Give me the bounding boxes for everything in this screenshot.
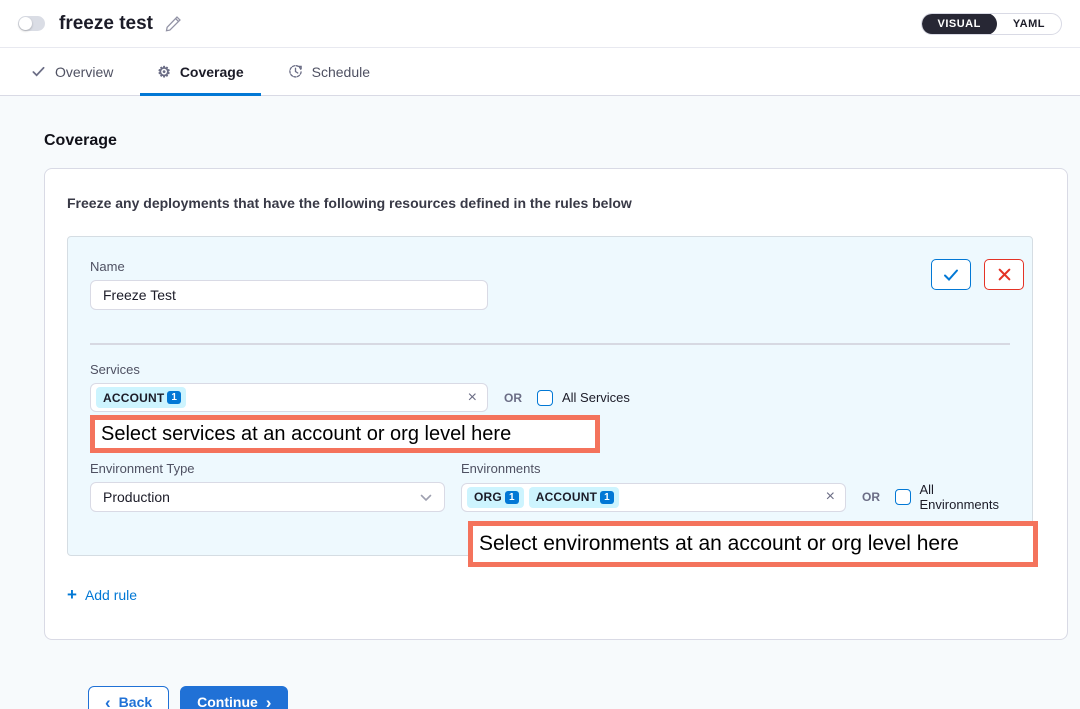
tag-text: ACCOUNT: [103, 391, 164, 405]
page-title: freeze test: [59, 13, 153, 35]
edit-title-icon[interactable]: [165, 15, 182, 32]
service-tag-account[interactable]: ACCOUNT 1: [96, 387, 186, 408]
panel-divider: [90, 343, 1010, 345]
environment-type-select[interactable]: Production: [90, 482, 445, 512]
tab-schedule[interactable]: Schedule: [271, 48, 387, 95]
tag-count-badge: 1: [167, 391, 181, 404]
environments-annotation-callout: Select environments at an account or org…: [468, 521, 1038, 567]
toggle-knob: [19, 17, 32, 30]
add-rule-button[interactable]: + Add rule: [67, 586, 137, 603]
environments-or-label: OR: [862, 490, 880, 504]
back-button[interactable]: ‹ Back: [88, 686, 169, 709]
clear-services-icon[interactable]: ×: [468, 390, 477, 406]
add-rule-label: Add rule: [85, 587, 137, 603]
gear-icon: ⚙: [157, 63, 170, 81]
delete-rule-button[interactable]: [984, 259, 1024, 290]
environments-annotation-text: Select environments at an account or org…: [479, 532, 959, 556]
rule-name-input[interactable]: Freeze Test: [90, 280, 488, 310]
services-row: ACCOUNT 1 × OR All Services: [90, 383, 1010, 412]
environments-col: Environments ORG 1 ACCOUNT 1 ×: [445, 461, 1013, 512]
confirm-rule-button[interactable]: [931, 259, 971, 290]
environment-type-label: Environment Type: [90, 461, 445, 476]
coverage-page: Coverage Freeze any deployments that hav…: [0, 96, 1080, 709]
card-header-text: Freeze any deployments that have the fol…: [67, 195, 1045, 211]
plus-icon: +: [67, 586, 77, 603]
check-icon: [31, 64, 46, 79]
tab-label: Coverage: [180, 64, 244, 80]
footer-buttons: ‹ Back Continue ›: [88, 686, 1080, 709]
tab-label: Schedule: [312, 64, 370, 80]
environment-type-col: Environment Type Production: [90, 461, 445, 512]
rule-actions: [931, 259, 1024, 290]
page-header: freeze test VISUAL YAML: [0, 0, 1080, 48]
continue-label: Continue: [197, 694, 258, 709]
environment-tag-account[interactable]: ACCOUNT 1: [529, 487, 619, 508]
services-annotation-callout: Select services at an account or org lev…: [90, 415, 600, 453]
environment-type-value: Production: [103, 489, 170, 505]
all-services-label: All Services: [562, 390, 630, 405]
services-label: Services: [90, 362, 1010, 377]
freeze-enable-toggle[interactable]: [18, 16, 45, 31]
rule-panel: Name Freeze Test Services ACCOUNT: [67, 236, 1033, 556]
back-label: Back: [119, 694, 152, 709]
tag-count-badge: 1: [505, 491, 519, 504]
section-title: Coverage: [44, 132, 1080, 150]
tag-count-badge: 1: [600, 491, 614, 504]
chevron-left-icon: ‹: [105, 694, 111, 709]
tag-text: ORG: [474, 490, 502, 504]
services-annotation-text: Select services at an account or org lev…: [101, 423, 511, 446]
tag-text: ACCOUNT: [536, 490, 597, 504]
tab-coverage[interactable]: ⚙ Coverage: [140, 48, 260, 95]
all-environments-label: All Environments: [920, 482, 1014, 512]
rule-name-value: Freeze Test: [103, 287, 176, 303]
visual-mode-button[interactable]: VISUAL: [922, 13, 997, 35]
chevron-down-icon: [420, 489, 432, 505]
clock-refresh-icon: [288, 64, 303, 79]
tab-overview[interactable]: Overview: [14, 48, 130, 95]
all-environments-checkbox[interactable]: [895, 489, 910, 505]
services-multiselect[interactable]: ACCOUNT 1 ×: [90, 383, 488, 412]
yaml-mode-button[interactable]: YAML: [997, 13, 1061, 35]
environment-row: Environment Type Production Environments…: [90, 461, 1010, 512]
chevron-right-icon: ›: [266, 694, 272, 709]
all-services-checkbox[interactable]: [537, 390, 553, 406]
services-or-label: OR: [504, 391, 522, 405]
visual-yaml-switch: VISUAL YAML: [921, 13, 1063, 35]
tab-label: Overview: [55, 64, 113, 80]
coverage-card: Freeze any deployments that have the fol…: [44, 168, 1068, 640]
environment-tag-org[interactable]: ORG 1: [467, 487, 524, 508]
name-label: Name: [90, 259, 1010, 274]
continue-button[interactable]: Continue ›: [180, 686, 288, 709]
environments-multiselect[interactable]: ORG 1 ACCOUNT 1 ×: [461, 483, 846, 512]
tab-bar: Overview ⚙ Coverage Schedule: [0, 48, 1080, 96]
clear-environments-icon[interactable]: ×: [826, 489, 835, 505]
environments-label: Environments: [461, 461, 1013, 476]
